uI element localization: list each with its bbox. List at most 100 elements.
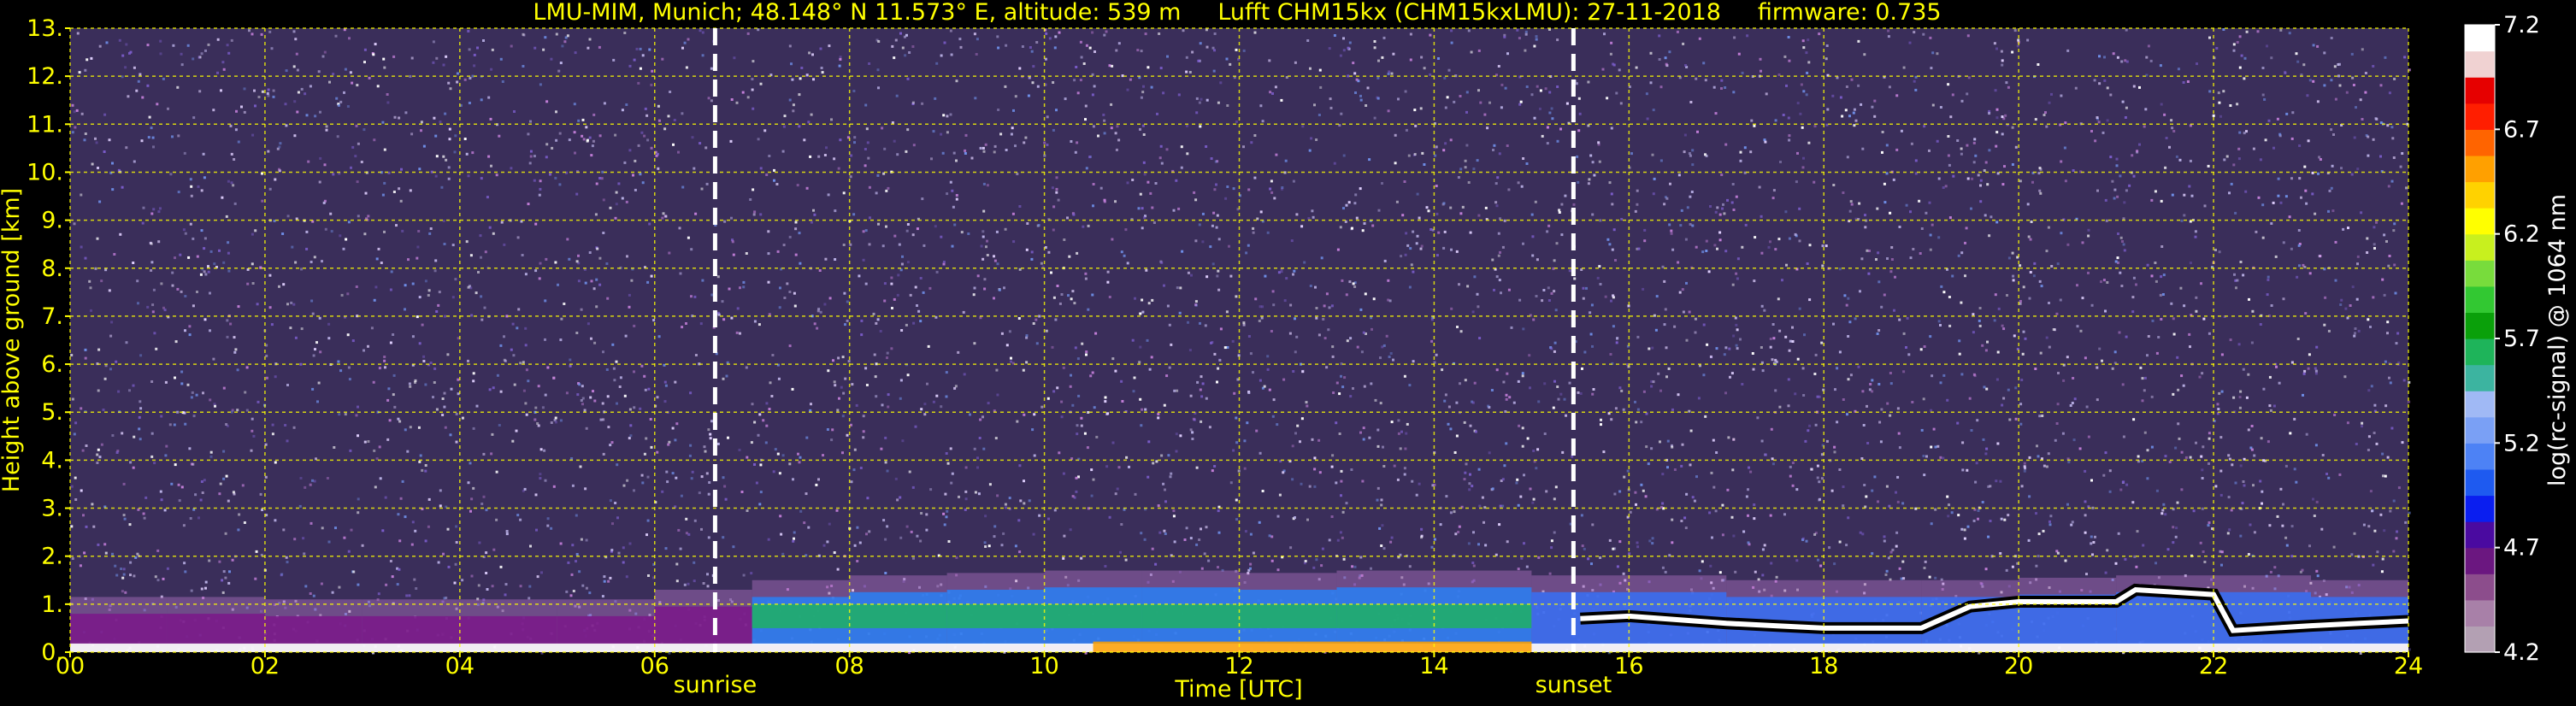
noise-dot xyxy=(151,303,155,307)
noise-dot xyxy=(1868,388,1872,391)
noise-dot xyxy=(881,126,884,130)
noise-dot xyxy=(1311,209,1314,213)
noise-dot xyxy=(2155,489,2159,492)
noise-dot xyxy=(1356,345,1359,349)
noise-dot xyxy=(304,92,307,96)
noise-dot xyxy=(1259,104,1263,108)
noise-dot xyxy=(2011,50,2014,54)
noise-dot xyxy=(794,227,798,231)
noise-dot xyxy=(84,348,87,351)
noise-dot xyxy=(1165,374,1169,378)
noise-dot xyxy=(542,48,545,51)
noise-dot xyxy=(1142,85,1145,88)
noise-dot xyxy=(997,46,1000,50)
noise-dot xyxy=(2207,524,2210,527)
noise-dot xyxy=(2072,377,2075,379)
noise-dot xyxy=(628,293,631,297)
noise-dot xyxy=(2402,379,2406,382)
noise-dot xyxy=(607,426,610,429)
noise-dot xyxy=(233,158,236,161)
noise-dot xyxy=(2394,291,2397,295)
noise-dot xyxy=(233,336,236,339)
noise-dot xyxy=(707,97,710,100)
noise-dot xyxy=(1554,309,1558,312)
noise-dot xyxy=(1389,352,1393,355)
noise-dot xyxy=(1977,174,1980,177)
noise-dot xyxy=(2113,197,2116,200)
noise-dot xyxy=(435,155,439,158)
noise-dot xyxy=(1459,95,1462,97)
noise-dot xyxy=(1016,173,1019,175)
noise-dot xyxy=(545,257,548,261)
noise-dot xyxy=(1313,103,1316,107)
noise-dot xyxy=(140,139,144,143)
noise-dot xyxy=(1635,66,1638,69)
noise-dot xyxy=(1960,251,1964,255)
noise-dot xyxy=(592,287,596,291)
noise-dot xyxy=(1533,44,1536,48)
noise-dot xyxy=(1865,495,1868,498)
noise-dot xyxy=(1353,72,1357,75)
noise-dot xyxy=(2157,336,2160,338)
noise-dot xyxy=(1276,568,1280,572)
noise-dot xyxy=(974,97,977,100)
noise-dot xyxy=(641,181,645,185)
noise-dot xyxy=(2367,154,2370,157)
noise-dot xyxy=(1085,167,1088,170)
noise-dot xyxy=(267,150,270,153)
noise-dot xyxy=(355,124,358,127)
noise-dot xyxy=(2236,279,2239,282)
noise-dot xyxy=(2081,241,2084,244)
noise-dot xyxy=(1105,412,1109,415)
noise-dot xyxy=(1235,441,1239,444)
noise-dot xyxy=(2252,484,2255,487)
noise-dot xyxy=(1525,565,1529,568)
noise-dot xyxy=(1008,497,1011,500)
noise-dot xyxy=(576,393,580,397)
noise-dot xyxy=(390,270,393,274)
noise-dot xyxy=(807,526,811,529)
noise-dot xyxy=(84,356,87,360)
noise-dot xyxy=(404,284,407,287)
noise-dot xyxy=(1771,358,1774,362)
noise-dot xyxy=(1095,435,1099,438)
noise-dot xyxy=(1090,468,1093,472)
noise-dot xyxy=(1233,391,1236,395)
noise-dot xyxy=(1646,117,1649,121)
noise-dot xyxy=(2183,193,2186,197)
noise-dot xyxy=(1051,186,1054,190)
noise-dot xyxy=(722,377,725,380)
noise-dot xyxy=(2372,563,2375,567)
noise-dot xyxy=(1547,286,1550,290)
noise-dot xyxy=(850,423,852,427)
noise-dot xyxy=(1052,128,1055,132)
noise-dot xyxy=(319,156,322,160)
noise-dot xyxy=(852,213,856,216)
noise-dot xyxy=(305,247,309,250)
noise-dot xyxy=(162,77,165,80)
noise-dot xyxy=(876,68,880,72)
noise-dot xyxy=(323,163,327,167)
noise-dot xyxy=(2087,228,2090,232)
noise-dot xyxy=(1665,62,1668,66)
noise-dot xyxy=(646,138,650,142)
noise-dot xyxy=(969,413,971,416)
noise-dot xyxy=(621,109,624,112)
noise-dot xyxy=(1653,177,1656,180)
noise-dot xyxy=(1733,36,1736,39)
noise-dot xyxy=(1178,311,1182,315)
noise-dot xyxy=(690,477,693,480)
noise-dot xyxy=(876,174,880,177)
noise-dot xyxy=(1315,558,1318,562)
noise-dot xyxy=(1133,376,1136,379)
noise-dot xyxy=(1839,96,1842,99)
noise-dot xyxy=(1551,117,1554,121)
noise-dot xyxy=(609,444,612,447)
noise-dot xyxy=(1004,85,1007,88)
noise-dot xyxy=(753,463,756,466)
noise-dot xyxy=(1873,99,1877,103)
noise-dot xyxy=(973,447,976,450)
noise-dot xyxy=(298,504,302,508)
noise-dot xyxy=(1084,272,1088,275)
noise-dot xyxy=(541,406,545,409)
